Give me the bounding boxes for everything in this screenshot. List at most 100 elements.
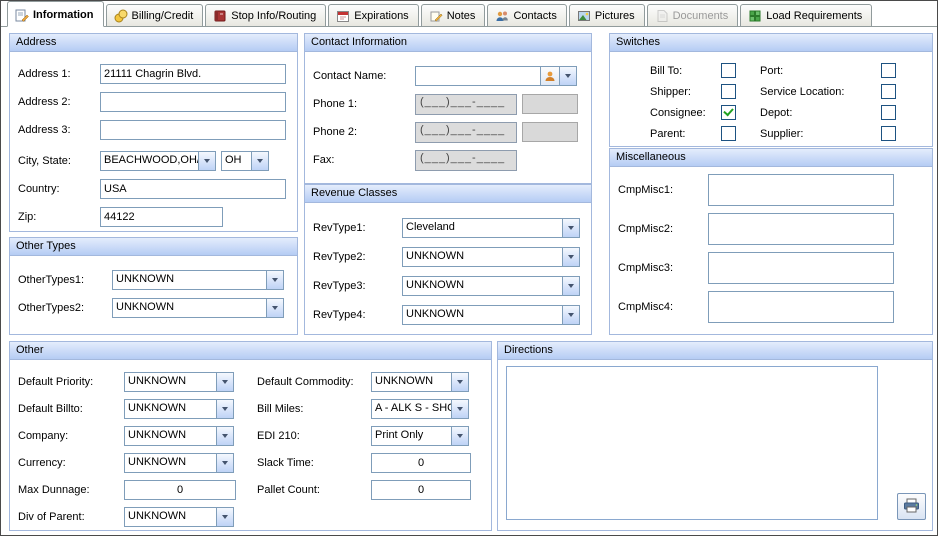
phone1-extension-input[interactable] (522, 94, 578, 114)
address2-input[interactable] (100, 92, 286, 112)
chevron-down-icon (562, 248, 579, 266)
div-of-parent-dropdown[interactable]: UNKNOWN (124, 507, 234, 527)
max-dunnage-input[interactable] (124, 480, 236, 500)
chevron-down-icon (451, 400, 468, 418)
company-label: Company: (18, 430, 124, 442)
chevron-down-icon (451, 373, 468, 391)
tab-pictures[interactable]: Pictures (569, 4, 645, 27)
tab-label: Billing/Credit (132, 10, 194, 22)
contact-information-group-header: Contact Information (305, 34, 591, 52)
tab-information[interactable]: Information (7, 1, 104, 27)
revenue-classes-group-header: Revenue Classes (305, 185, 591, 203)
service-location-checkbox[interactable] (881, 84, 896, 99)
shipper-checkbox[interactable] (721, 84, 736, 99)
revtype1-dropdown[interactable]: Cleveland (402, 218, 580, 238)
miscellaneous-group-header: Miscellaneous (610, 149, 932, 167)
directions-group: Directions (497, 341, 933, 531)
othertypes2-label: OtherTypes2: (18, 302, 112, 314)
cmpmisc3-label: CmpMisc3: (618, 262, 708, 274)
city-dropdown[interactable]: BEACHWOOD,OH/ (100, 151, 216, 171)
cmpmisc4-label: CmpMisc4: (618, 301, 708, 313)
default-billto-dropdown-value: UNKNOWN (125, 400, 216, 418)
address1-input[interactable] (100, 64, 286, 84)
address2-label: Address 2: (18, 96, 100, 108)
div-of-parent-label: Div of Parent: (18, 511, 124, 523)
tab-label: Notes (447, 10, 476, 22)
tab-expirations[interactable]: Expirations (328, 4, 418, 27)
billto-label: Bill To: (650, 65, 682, 77)
tab-documents: Documents (647, 4, 739, 27)
fax-input[interactable]: (___)___-____ (415, 150, 517, 171)
revtype2-dropdown[interactable]: UNKNOWN (402, 247, 580, 267)
currency-dropdown[interactable]: UNKNOWN (124, 453, 234, 473)
other-group: Other Default Priority: UNKNOWN Default … (9, 341, 492, 531)
othertypes1-label: OtherTypes1: (18, 274, 112, 286)
revtype3-dropdown[interactable]: UNKNOWN (402, 276, 580, 296)
directions-textarea[interactable] (506, 366, 878, 520)
revtype1-dropdown-value: Cleveland (403, 219, 562, 237)
tab-contacts[interactable]: Contacts (487, 4, 566, 27)
tab-load-requirements[interactable]: Load Requirements (740, 4, 872, 27)
contacts-tab-icon (495, 9, 509, 23)
parent-checkbox[interactable] (721, 126, 736, 141)
consignee-label: Consignee: (650, 107, 706, 119)
person-icon[interactable] (540, 67, 559, 85)
state-dropdown[interactable]: OH (221, 151, 269, 171)
chevron-down-icon (216, 373, 233, 391)
othertypes2-dropdown[interactable]: UNKNOWN (112, 298, 284, 318)
pallet-count-label: Pallet Count: (257, 484, 371, 496)
shipper-label: Shipper: (650, 86, 691, 98)
supplier-checkbox[interactable] (881, 126, 896, 141)
billing-credit-tab-icon (114, 9, 128, 23)
contact-information-group: Contact Information Contact Name: Phone … (304, 33, 592, 184)
chevron-down-icon (216, 454, 233, 472)
othertypes1-dropdown[interactable]: UNKNOWN (112, 270, 284, 290)
tab-billing-credit[interactable]: Billing/Credit (106, 4, 204, 27)
address3-input[interactable] (100, 120, 286, 140)
cmpmisc1-label: CmpMisc1: (618, 184, 708, 196)
tab-label: Documents (673, 10, 729, 22)
port-checkbox[interactable] (881, 63, 896, 78)
chevron-down-icon (216, 427, 233, 445)
printer-icon (903, 498, 920, 516)
address1-label: Address 1: (18, 68, 100, 80)
company-dropdown[interactable]: UNKNOWN (124, 426, 234, 446)
zip-label: Zip: (18, 211, 100, 223)
bill-miles-dropdown-value: A - ALK S - SHO (372, 400, 451, 418)
print-button[interactable] (897, 493, 926, 520)
billto-checkbox[interactable] (721, 63, 736, 78)
tab-notes[interactable]: Notes (421, 4, 486, 27)
edi-210-dropdown-value: Print Only (372, 427, 451, 445)
bill-miles-dropdown[interactable]: A - ALK S - SHO (371, 399, 469, 419)
country-input[interactable] (100, 179, 286, 199)
cmpmisc2-input[interactable] (708, 213, 894, 245)
phone1-label: Phone 1: (313, 98, 415, 110)
default-priority-dropdown[interactable]: UNKNOWN (124, 372, 234, 392)
chevron-down-icon (559, 67, 576, 85)
slack-time-input[interactable] (371, 453, 471, 473)
phone1-input[interactable]: (___)___-____ (415, 94, 517, 115)
consignee-checkbox[interactable] (721, 105, 736, 120)
cmpmisc1-input[interactable] (708, 174, 894, 206)
default-commodity-dropdown[interactable]: UNKNOWN (371, 372, 469, 392)
othertypes2-dropdown-value: UNKNOWN (113, 299, 266, 317)
supplier-label: Supplier: (760, 128, 803, 140)
cmpmisc3-input[interactable] (708, 252, 894, 284)
revtype4-dropdown[interactable]: UNKNOWN (402, 305, 580, 325)
max-dunnage-label: Max Dunnage: (18, 484, 124, 496)
phone2-extension-input[interactable] (522, 122, 578, 142)
tab-stop-info-routing[interactable]: Stop Info/Routing (205, 4, 326, 27)
service-location-label: Service Location: (760, 86, 844, 98)
zip-input[interactable] (100, 207, 223, 227)
pallet-count-input[interactable] (371, 480, 471, 500)
tab-label: Load Requirements (766, 10, 862, 22)
country-label: Country: (18, 183, 100, 195)
cmpmisc4-input[interactable] (708, 291, 894, 323)
depot-checkbox[interactable] (881, 105, 896, 120)
default-billto-dropdown[interactable]: UNKNOWN (124, 399, 234, 419)
contact-name-dropdown[interactable] (415, 66, 577, 86)
edi-210-dropdown[interactable]: Print Only (371, 426, 469, 446)
phone2-input[interactable]: (___)___-____ (415, 122, 517, 143)
switches-group-header: Switches (610, 34, 932, 52)
phone2-label: Phone 2: (313, 126, 415, 138)
